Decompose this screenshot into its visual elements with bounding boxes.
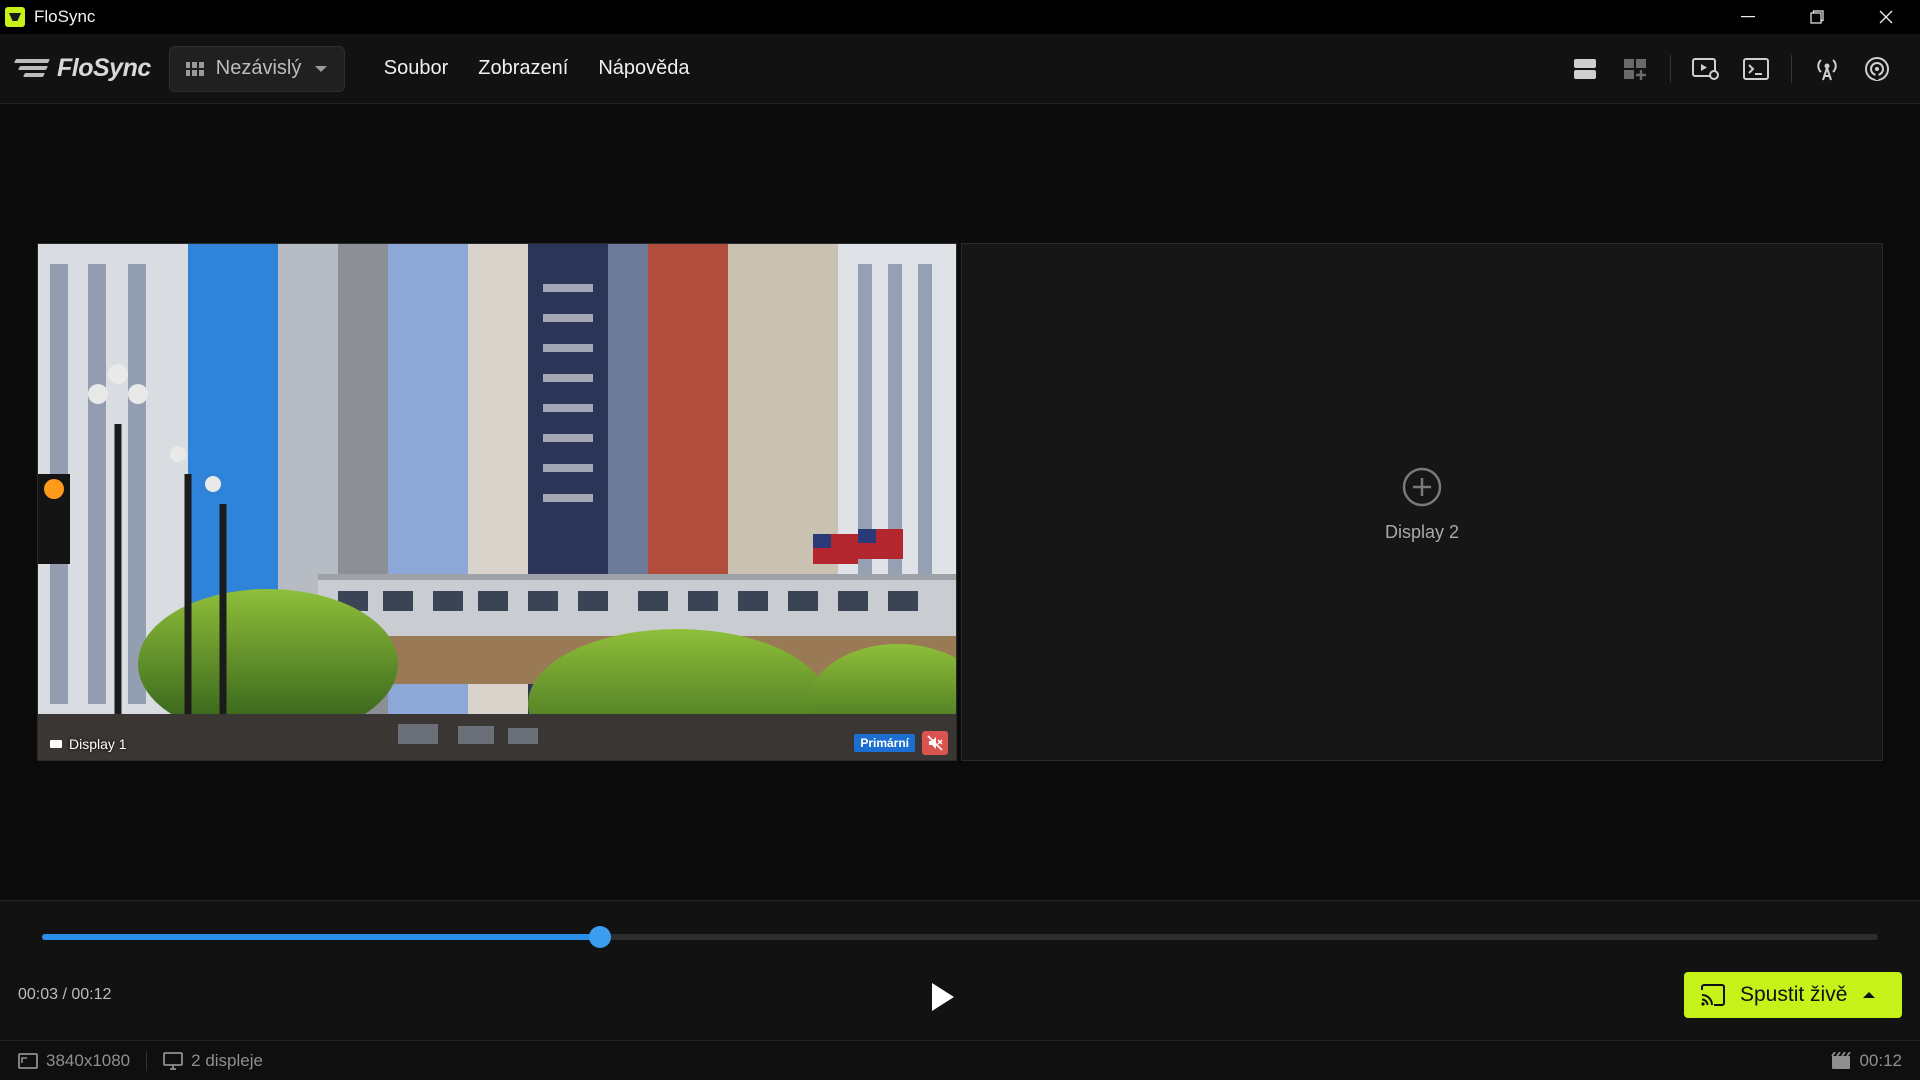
- title-bar: FloSync: [0, 0, 1920, 34]
- add-circle-icon: [1402, 467, 1442, 507]
- restore-button[interactable]: [1782, 0, 1851, 34]
- display-count-value: 2 displeje: [191, 1050, 263, 1070]
- menu-zobrazeni[interactable]: Zobrazení: [478, 57, 568, 80]
- window-controls: [1713, 0, 1920, 34]
- mute-button[interactable]: [922, 731, 948, 755]
- playback-time: 00:03 / 00:12: [18, 986, 112, 1003]
- film-icon: [1831, 1051, 1852, 1069]
- chevron-down-icon: [315, 65, 328, 72]
- terminal-icon: [1743, 58, 1769, 80]
- play-button[interactable]: [928, 979, 958, 1015]
- display-2-label: Display 2: [1384, 522, 1460, 542]
- mode-select-value: Nezávislý: [215, 57, 302, 79]
- resolution-value: 3840x1080: [46, 1050, 131, 1070]
- primary-badge: Primární: [854, 734, 915, 752]
- toolbar-divider: [1670, 55, 1671, 83]
- chevron-up-icon[interactable]: [1863, 992, 1876, 998]
- minimize-button[interactable]: [1713, 0, 1782, 34]
- app-icon: [5, 7, 25, 27]
- app-logo: FloSync: [14, 49, 151, 89]
- video-settings-button[interactable]: [1681, 44, 1731, 94]
- duration-value: 00:12: [1859, 1050, 1902, 1070]
- display-1-preview[interactable]: Display 1 Primární: [37, 243, 957, 761]
- cast-icon: [1701, 984, 1725, 1006]
- layout-grid-add-icon: [1624, 59, 1646, 80]
- mode-select[interactable]: Nezávislý: [168, 45, 345, 92]
- minimize-icon: [1740, 16, 1755, 18]
- camera-icon: [50, 740, 62, 748]
- close-button[interactable]: [1851, 0, 1920, 34]
- layout-grid-add-button[interactable]: [1610, 44, 1660, 94]
- video-settings-icon: [1692, 58, 1719, 80]
- menu-bar: FloSync Nezávislý Soubor Zobrazení Nápov…: [0, 34, 1920, 104]
- grid-icon: [185, 61, 204, 76]
- city-train-video-frame: [38, 244, 956, 760]
- display-stage: Display 1 Primární Display 2: [0, 105, 1920, 900]
- playback-panel: 00:03 / 00:12 Spustit živě: [0, 900, 1920, 1040]
- status-divider: [146, 1050, 148, 1071]
- play-icon: [932, 983, 954, 1011]
- layout-rows-icon: [1574, 59, 1596, 79]
- logo-mark-icon: [14, 56, 53, 82]
- toolbar-divider: [1791, 55, 1792, 83]
- resolution-icon: [18, 1052, 38, 1069]
- layout-rows-button[interactable]: [1560, 44, 1610, 94]
- display-1-label: Display 1: [50, 736, 127, 752]
- go-live-button[interactable]: Spustit živě: [1684, 972, 1902, 1018]
- timeline-knob[interactable]: [589, 926, 612, 948]
- resolution-info: 3840x1080: [18, 1051, 130, 1071]
- duration-info: 00:12: [1831, 1051, 1902, 1071]
- status-bar: 3840x1080 2 displeje 00:12: [0, 1040, 1920, 1080]
- signal-button[interactable]: [1852, 44, 1902, 94]
- signal-icon: [1865, 57, 1889, 81]
- add-display-2[interactable]: Display 2: [962, 466, 1882, 543]
- toolbar: [1560, 34, 1902, 104]
- close-icon: [1879, 10, 1892, 24]
- display-count-info: 2 displeje: [163, 1051, 263, 1071]
- logo-text: FloSync: [57, 54, 151, 82]
- menu-soubor[interactable]: Soubor: [384, 57, 449, 80]
- menu-napoveda[interactable]: Nápověda: [598, 57, 689, 80]
- display-1-name: Display 1: [69, 736, 127, 752]
- timeline-progress: [42, 934, 601, 940]
- restore-icon: [1809, 10, 1824, 24]
- terminal-button[interactable]: [1731, 44, 1781, 94]
- broadcast-button[interactable]: [1802, 44, 1852, 94]
- monitor-icon: [163, 1051, 184, 1070]
- broadcast-icon: [1817, 59, 1837, 81]
- go-live-label: Spustit živě: [1740, 983, 1848, 1006]
- window-title: FloSync: [34, 7, 96, 26]
- speaker-muted-icon: [927, 735, 943, 751]
- timeline-slider[interactable]: [42, 926, 1878, 948]
- display-2-slot[interactable]: Display 2: [961, 243, 1883, 761]
